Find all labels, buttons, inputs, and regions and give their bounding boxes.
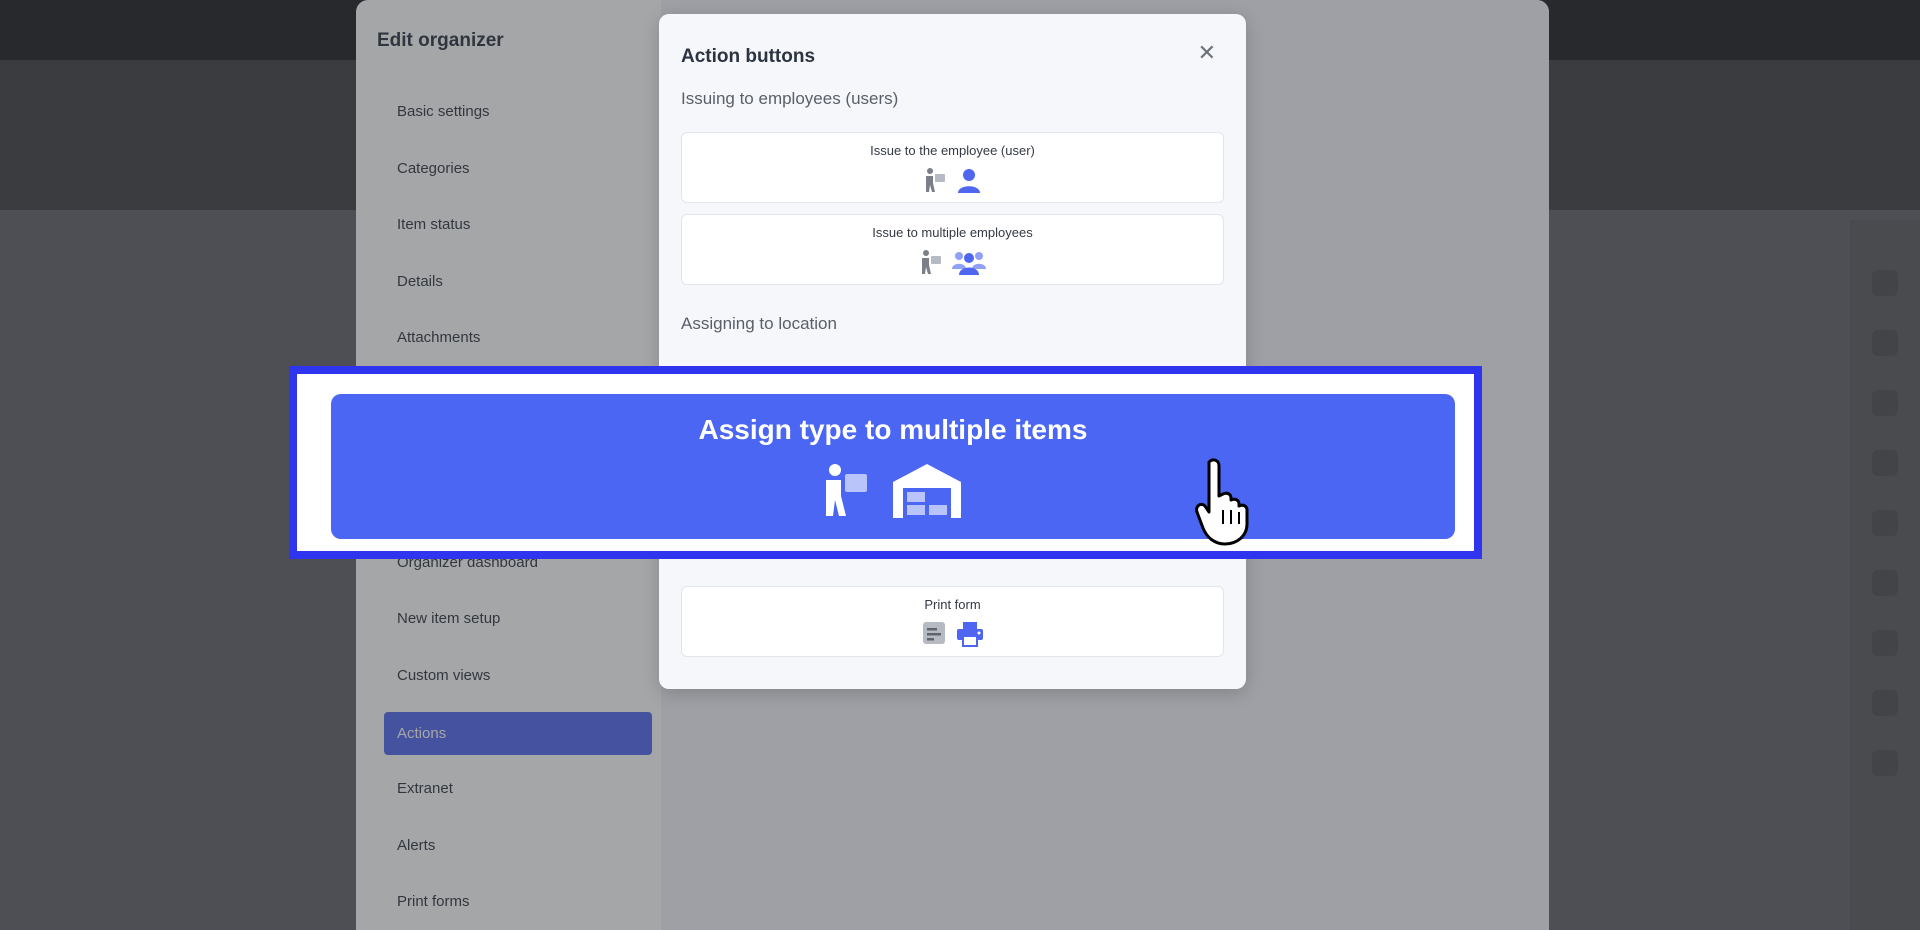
users-group-icon: [951, 249, 986, 280]
assign-type-to-multiple-items-button[interactable]: Assign type to multiple items: [331, 394, 1455, 539]
issue-to-employee-button[interactable]: Issue to the employee (user): [681, 132, 1224, 203]
button-label: Issue to the employee (user): [870, 143, 1035, 158]
hand-pointer-cursor-icon: [1195, 458, 1275, 551]
action-buttons-dialog: Action buttons ✕ Issuing to employees (u…: [659, 14, 1246, 689]
button-label: Assign type to multiple items: [698, 414, 1088, 445]
issue-to-multiple-employees-button[interactable]: Issue to multiple employees: [681, 214, 1224, 285]
section-location-label: Assigning to location: [681, 314, 837, 333]
highlight-frame: Assign type to multiple items: [289, 366, 1482, 559]
dialog-title: Action buttons: [681, 46, 816, 67]
form-document-icon: [922, 621, 946, 652]
person-carrying-box-icon: [823, 462, 869, 525]
print-form-button[interactable]: Print form: [681, 586, 1224, 657]
button-label: Print form: [924, 597, 981, 612]
section-issuing-label: Issuing to employees (users): [681, 89, 899, 108]
warehouse-icon: [891, 462, 963, 525]
person-carrying-box-icon: [920, 249, 942, 280]
close-icon[interactable]: ✕: [1198, 40, 1216, 66]
button-label: Issue to multiple employees: [872, 225, 1033, 240]
printer-icon: [956, 621, 984, 652]
person-carrying-box-icon: [924, 167, 946, 198]
user-icon: [956, 167, 982, 198]
